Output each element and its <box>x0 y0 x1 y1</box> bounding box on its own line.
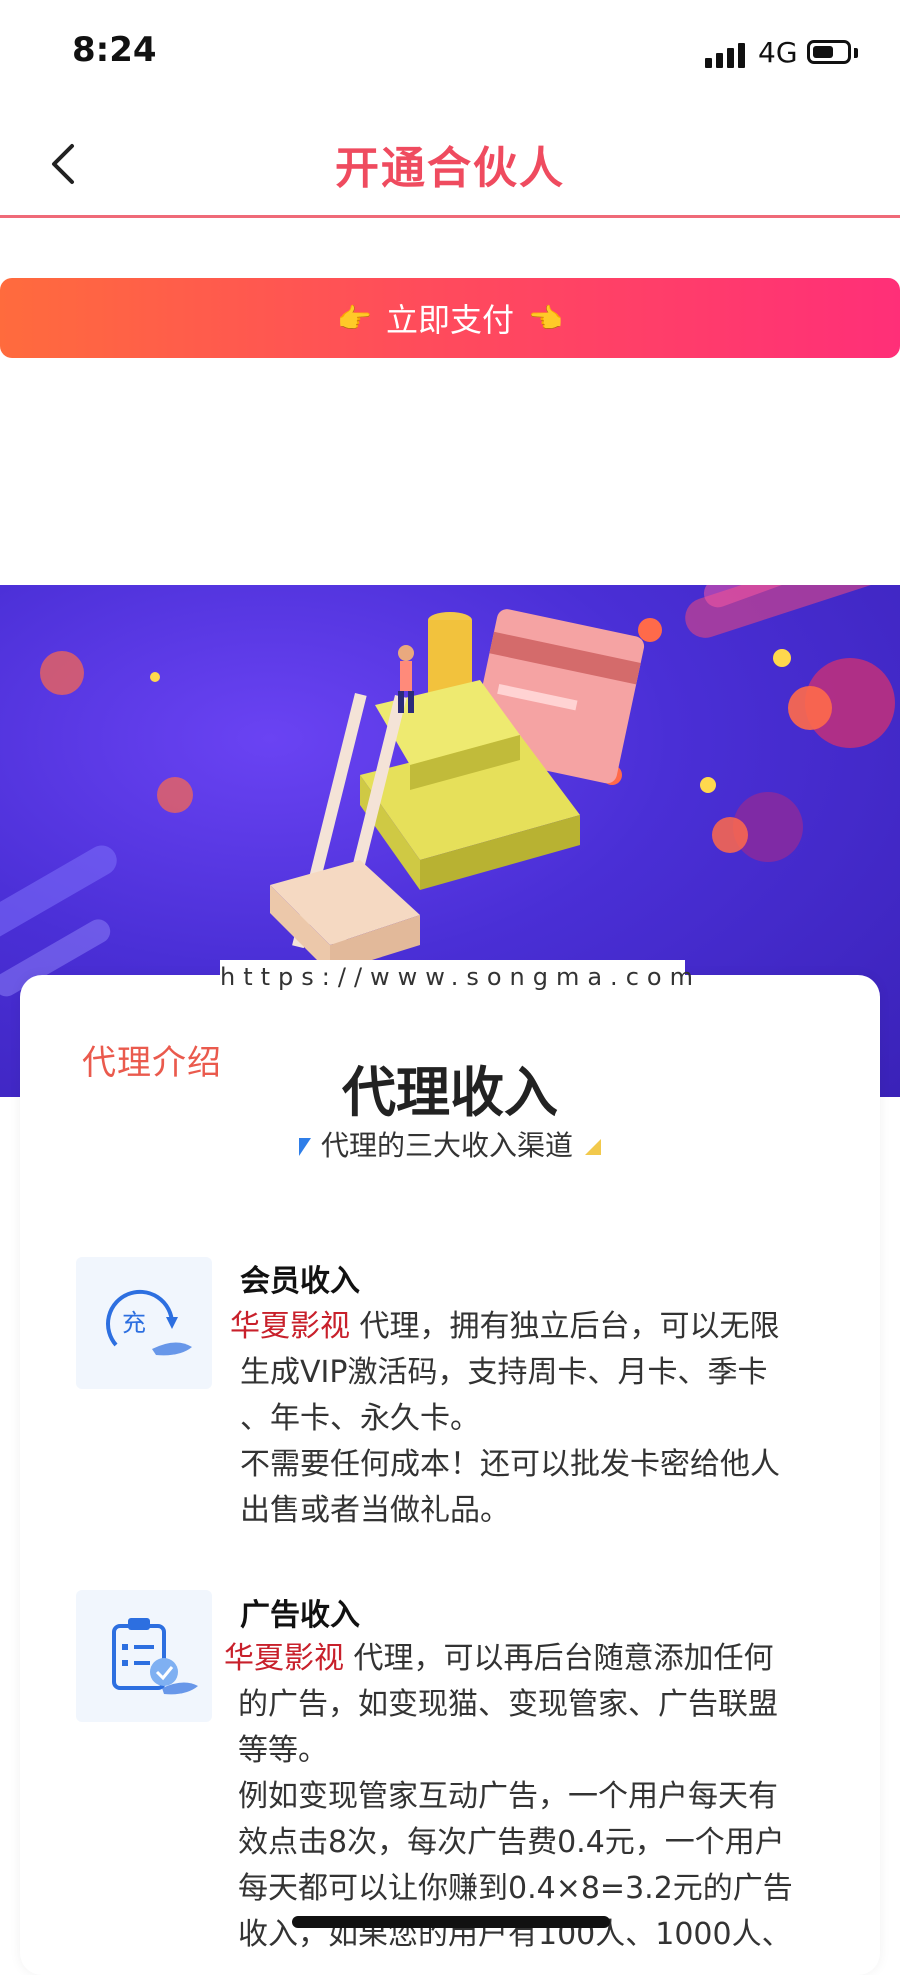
battery-icon <box>807 40 851 64</box>
card-subtitle-text: 代理的三大收入渠道 <box>320 1129 573 1162</box>
feature-body-ad: 华夏影视 代理，可以再后台随意添加任何 的广告，如变现猫、变现管家、广告联盟 等… <box>224 1641 793 1952</box>
card-subtitle: 代理的三大收入渠道 <box>0 1124 900 1164</box>
ad-clipboard-icon <box>112 1618 198 1695</box>
nav-bar: 开通合伙人 <box>0 110 900 218</box>
feature-body-member: 华夏影视 代理，拥有独立后台，可以无限 生成VIP激活码，支持周卡、月卡、季卡 … <box>230 1309 780 1528</box>
battery-tip <box>854 48 858 58</box>
triangle-right-icon <box>585 1139 601 1155</box>
feature-title-member: 会员收入 <box>240 1264 360 1299</box>
signal-icon <box>705 40 749 68</box>
pay-now-label: 立即支付 <box>385 301 514 339</box>
status-bar: 8:24 4G <box>0 0 900 110</box>
brand-name: 华夏影视 <box>230 1309 350 1344</box>
network-type: 4G <box>758 36 798 69</box>
pointing-hand-left-icon: 👈 <box>528 301 563 335</box>
card-title: 代理收入 <box>342 1061 558 1124</box>
triangle-left-icon <box>298 1138 311 1156</box>
ad-icon-box <box>76 1590 212 1722</box>
pay-now-button[interactable]: 👉 立即支付 👈 <box>0 278 900 358</box>
feature-title-ad: 广告收入 <box>240 1598 360 1633</box>
home-indicator[interactable] <box>292 1916 610 1928</box>
recharge-icon-box: 充 <box>76 1257 212 1389</box>
brand-name: 华夏影视 <box>224 1641 344 1676</box>
status-time: 8:24 <box>72 30 157 70</box>
recharge-icon: 充 <box>106 1289 192 1356</box>
svg-text:充: 充 <box>122 1309 146 1337</box>
pointing-hand-right-icon: 👉 <box>337 301 372 335</box>
watermark-text: https://www.songma.com <box>220 960 693 994</box>
page-title: 开通合伙人 <box>335 143 565 194</box>
